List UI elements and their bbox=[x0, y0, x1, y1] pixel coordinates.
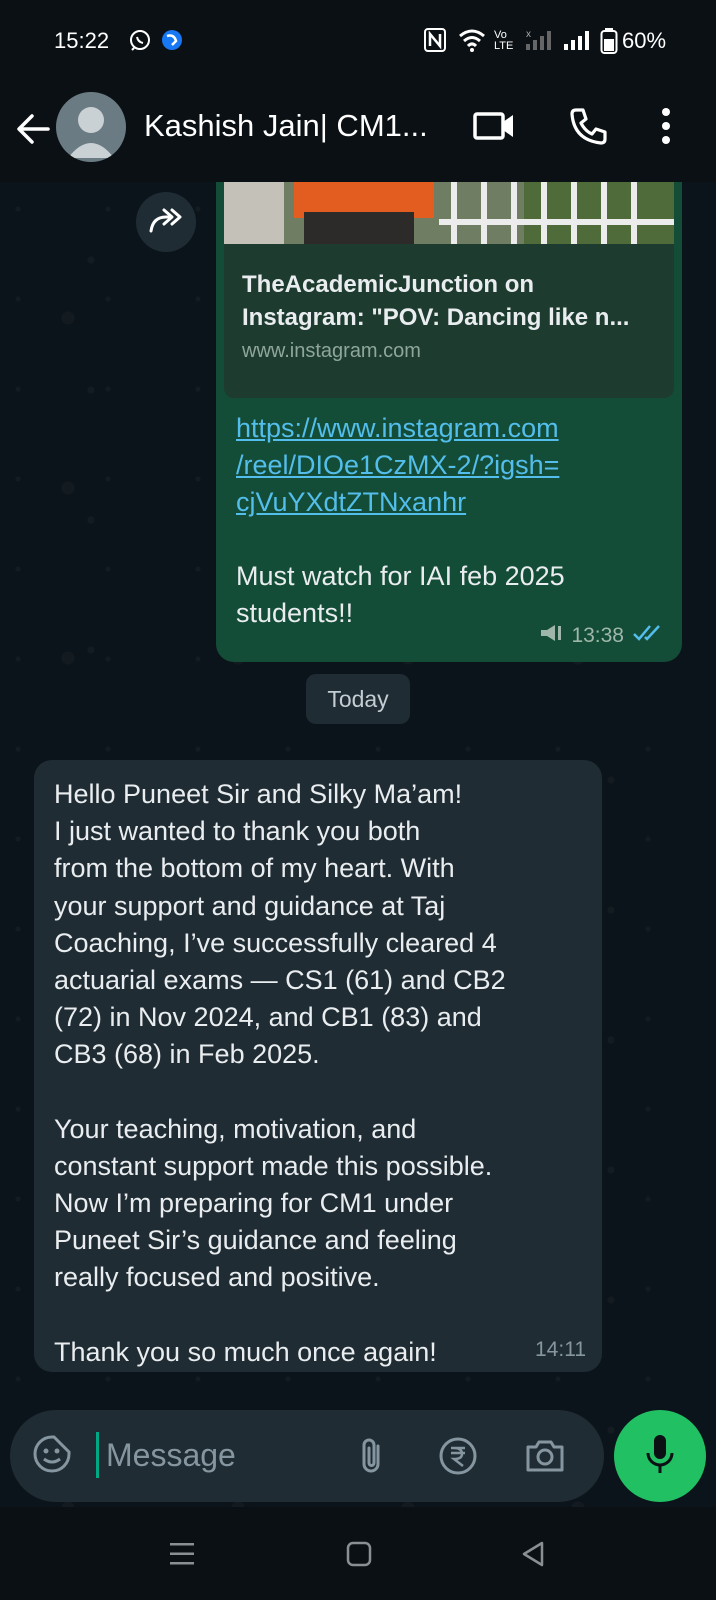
outgoing-message-time: 13:38 bbox=[571, 623, 624, 647]
link-preview-domain: www.instagram.com bbox=[242, 340, 421, 362]
home-icon[interactable] bbox=[346, 1541, 372, 1572]
sticker-icon[interactable] bbox=[32, 1434, 72, 1479]
rupee-payment-icon[interactable] bbox=[438, 1436, 478, 1481]
outgoing-message-text: Must watch for IAI feb 2025 students!! bbox=[236, 561, 565, 628]
signal-sim1-icon: x bbox=[524, 28, 552, 57]
forward-icon bbox=[148, 205, 184, 240]
read-receipt-icon bbox=[632, 623, 664, 648]
chat-header: Kashish Jain| CM1... bbox=[0, 84, 716, 182]
system-nav-bar bbox=[0, 1507, 716, 1600]
incoming-message-bubble[interactable]: Hello Puneet Sir and Silky Ma’am! I just… bbox=[34, 760, 602, 1372]
camera-icon[interactable] bbox=[524, 1436, 566, 1481]
video-call-icon[interactable] bbox=[472, 106, 516, 151]
outgoing-message-meta: 13:38 bbox=[539, 622, 664, 649]
contact-name[interactable]: Kashish Jain| CM1... bbox=[144, 108, 428, 144]
battery-icon bbox=[600, 28, 618, 59]
voice-call-icon[interactable] bbox=[568, 106, 608, 151]
whatsapp-status-icon bbox=[128, 28, 152, 57]
avatar[interactable] bbox=[56, 92, 126, 162]
link-preview-image[interactable] bbox=[224, 182, 674, 244]
status-bar: 15:22 Vo LTE x 60% bbox=[0, 0, 716, 84]
back-nav-icon[interactable] bbox=[520, 1541, 546, 1572]
volte-icon: Vo LTE bbox=[494, 29, 514, 52]
message-input[interactable] bbox=[106, 1432, 356, 1478]
text-cursor bbox=[96, 1432, 99, 1478]
chat-area[interactable]: TheAcademicJunction on Instagram: "POV: … bbox=[0, 182, 716, 1507]
battery-percent: 60% bbox=[622, 28, 667, 53]
outgoing-message-bubble[interactable]: TheAcademicJunction on Instagram: "POV: … bbox=[216, 182, 682, 662]
incoming-message-time: 14:11 bbox=[535, 1338, 586, 1361]
status-time: 15:22 bbox=[54, 28, 110, 53]
link-preview-card[interactable]: TheAcademicJunction on Instagram: "POV: … bbox=[224, 244, 674, 398]
incoming-message-text: Hello Puneet Sir and Silky Ma’am! I just… bbox=[54, 779, 506, 1367]
broadcast-icon bbox=[539, 622, 563, 649]
more-menu-icon[interactable] bbox=[660, 106, 672, 151]
message-link[interactable]: https://www.instagram.com /reel/DIOe1CzM… bbox=[236, 410, 666, 521]
signal-sim2-icon bbox=[562, 28, 590, 57]
recents-icon[interactable] bbox=[168, 1541, 196, 1572]
mic-icon bbox=[645, 1433, 675, 1480]
voice-message-button[interactable] bbox=[614, 1410, 706, 1502]
back-arrow-icon[interactable] bbox=[14, 110, 52, 153]
nfc-icon bbox=[424, 28, 446, 57]
attach-icon[interactable] bbox=[356, 1436, 386, 1481]
wifi-icon bbox=[458, 28, 486, 57]
forward-button[interactable] bbox=[136, 192, 196, 252]
message-composer bbox=[10, 1410, 604, 1502]
meta-app-icon bbox=[160, 28, 184, 57]
date-divider: Today bbox=[306, 674, 410, 724]
svg-text:x: x bbox=[526, 29, 531, 40]
link-preview-title: TheAcademicJunction on Instagram: "POV: … bbox=[242, 271, 630, 331]
